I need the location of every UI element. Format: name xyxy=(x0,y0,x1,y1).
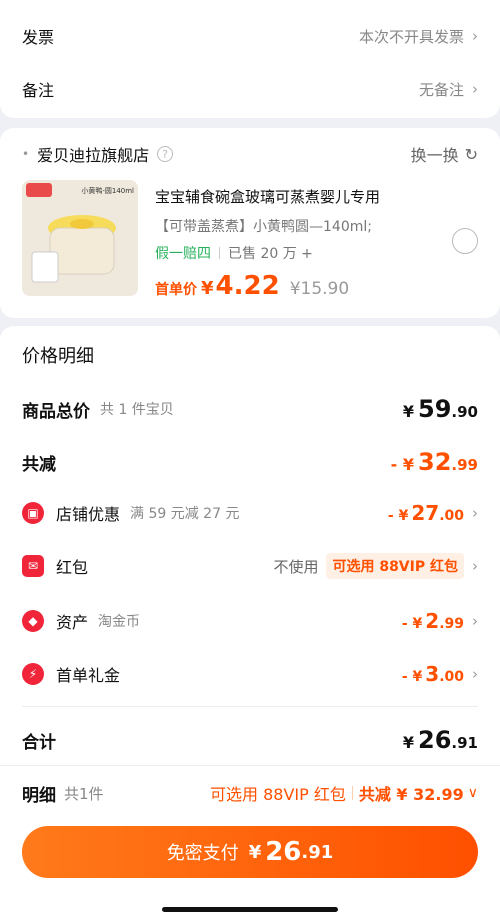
redpacket-row[interactable]: ✉ 红包 不使用 可选用 88VIP 红包 › xyxy=(22,551,478,581)
original-price: ¥15.90 xyxy=(289,279,350,299)
red-packet-icon: ✉ xyxy=(22,555,44,577)
shop-discount-sub: 满 59 元减 27 元 xyxy=(130,506,240,522)
price-detail-title: 价格明细 xyxy=(22,346,94,367)
asset-sub: 淘金币 xyxy=(98,614,141,630)
double-chevron-down-icon: ∨ xyxy=(467,785,478,801)
sold-count: 已售 20 万 + xyxy=(228,246,313,262)
price-currency: ¥ xyxy=(201,278,214,299)
vip-redpacket-pill[interactable]: 可选用 88VIP 红包 xyxy=(326,553,464,579)
shop-discount-label: 店铺优惠 xyxy=(56,505,121,524)
product-title[interactable]: 宝宝辅食碗盒玻璃可蒸煮婴儿专用 xyxy=(155,186,380,207)
shop-discount-dec: .00 xyxy=(439,508,464,524)
pay-currency: ¥ xyxy=(248,841,262,863)
invoice-row[interactable]: 发票 本次不开具发票 › xyxy=(22,22,478,50)
detail-row[interactable]: 明细 共1件 可选用 88VIP 红包 共减 ¥ 32.99 ∨ xyxy=(22,780,478,806)
asset-row[interactable]: ◆ 资产 淘金币 - ¥ 2 .99 › xyxy=(22,606,478,636)
swap-button[interactable]: 换一换 ↻ xyxy=(411,142,478,166)
tag-icon: ◆ xyxy=(22,610,44,632)
home-indicator xyxy=(162,907,338,912)
invoice-value: 本次不开具发票 xyxy=(358,27,464,46)
asset-dec: .99 xyxy=(439,616,464,632)
chevron-right-icon: › xyxy=(472,612,478,630)
divider xyxy=(22,706,478,707)
asset-prefix: - ¥ xyxy=(401,616,423,632)
shop-discount-int: 27 xyxy=(411,501,440,525)
chevron-right-icon: › xyxy=(472,665,478,683)
reduce-dec: .99 xyxy=(451,456,478,474)
bullet-dot-icon: • xyxy=(22,147,30,161)
first-gift-prefix: - ¥ xyxy=(401,669,423,685)
product-price: 4.22 xyxy=(215,271,280,301)
store-icon: ▣ xyxy=(22,502,44,524)
currency: ¥ xyxy=(402,402,415,421)
remark-row[interactable]: 备注 无备注 › xyxy=(22,75,478,103)
total-row: 合计 ¥ 26 .91 xyxy=(22,724,478,756)
pay-label: 免密支付 xyxy=(166,843,239,864)
goods-total-row: 商品总价 共 1 件宝贝 ¥ 59 .90 xyxy=(22,394,478,424)
first-gift-int: 3 xyxy=(425,662,440,686)
reduce-text: 共减 ¥ 32.99 xyxy=(358,785,464,804)
reduce-int: 32 xyxy=(418,448,452,476)
price-label: 首单价 xyxy=(155,282,197,298)
guarantee-tag: 假一赔四 xyxy=(155,246,211,262)
detail-label: 明细 xyxy=(22,785,56,806)
remark-value: 无备注 xyxy=(418,80,464,99)
first-gift-label: 首单礼金 xyxy=(56,666,121,685)
redpacket-state: 不使用 xyxy=(273,557,319,576)
chevron-right-icon: › xyxy=(472,80,478,98)
help-icon[interactable]: ? xyxy=(157,146,174,162)
lightning-icon: ⚡ xyxy=(22,663,44,685)
pay-dec: .91 xyxy=(301,841,334,863)
shop-discount-prefix: - ¥ xyxy=(387,508,409,524)
remark-label: 备注 xyxy=(22,81,55,100)
refresh-icon: ↻ xyxy=(464,144,478,164)
detail-count: 共1件 xyxy=(64,784,104,803)
chevron-right-icon: › xyxy=(472,504,478,522)
asset-label: 资产 xyxy=(56,613,89,632)
swap-label: 换一换 xyxy=(410,146,459,165)
select-radio[interactable] xyxy=(452,228,478,254)
reduce-prefix: - ¥ xyxy=(390,455,415,474)
goods-total-sub: 共 1 件宝贝 xyxy=(100,402,174,418)
total-label: 合计 xyxy=(22,732,56,753)
first-gift-dec: .00 xyxy=(439,669,464,685)
goods-total-dec: .90 xyxy=(451,403,478,421)
reduce-row: 共减 - ¥ 32 .99 xyxy=(22,446,478,478)
store-name[interactable]: 爱贝迪拉旗舰店 xyxy=(37,142,149,166)
store-card: • 爱贝迪拉旗舰店 ? 换一换 ↻ 小黄鸭-圆140ml 宝宝辅食碗盒玻璃可蒸煮… xyxy=(0,128,500,318)
shop-discount-row[interactable]: ▣ 店铺优惠 满 59 元减 27 元 - ¥ 27 .00 › xyxy=(22,498,478,528)
divider xyxy=(351,786,353,800)
total-int: 26 xyxy=(418,726,452,754)
vip-redpacket-text: 可选用 88VIP 红包 xyxy=(210,785,346,804)
divider xyxy=(219,247,220,259)
goods-total-label: 商品总价 xyxy=(22,401,90,422)
asset-int: 2 xyxy=(425,609,440,633)
redpacket-label: 红包 xyxy=(56,558,89,577)
price-detail-card: 价格明细 商品总价 共 1 件宝贝 ¥ 59 .90 共减 - ¥ 32 .99… xyxy=(0,326,500,766)
chevron-right-icon: › xyxy=(472,557,478,575)
chevron-right-icon: › xyxy=(472,27,478,45)
order-options-card: 发票 本次不开具发票 › 备注 无备注 › xyxy=(0,0,500,118)
pay-int: 26 xyxy=(265,837,302,867)
pay-button[interactable]: 免密支付 ¥ 26 .91 xyxy=(22,826,478,878)
first-gift-row[interactable]: ⚡ 首单礼金 - ¥ 3 .00 › xyxy=(22,659,478,689)
reduce-label: 共减 xyxy=(22,454,56,475)
invoice-label: 发票 xyxy=(22,28,55,47)
currency: ¥ xyxy=(402,733,415,752)
total-dec: .91 xyxy=(451,734,478,752)
product-variant[interactable]: 【可带盖蒸煮】小黄鸭圆—140ml; xyxy=(155,216,372,236)
product-thumbnail[interactable]: 小黄鸭-圆140ml xyxy=(22,180,138,296)
goods-total-int: 59 xyxy=(418,395,452,423)
bowl-image xyxy=(31,215,116,283)
